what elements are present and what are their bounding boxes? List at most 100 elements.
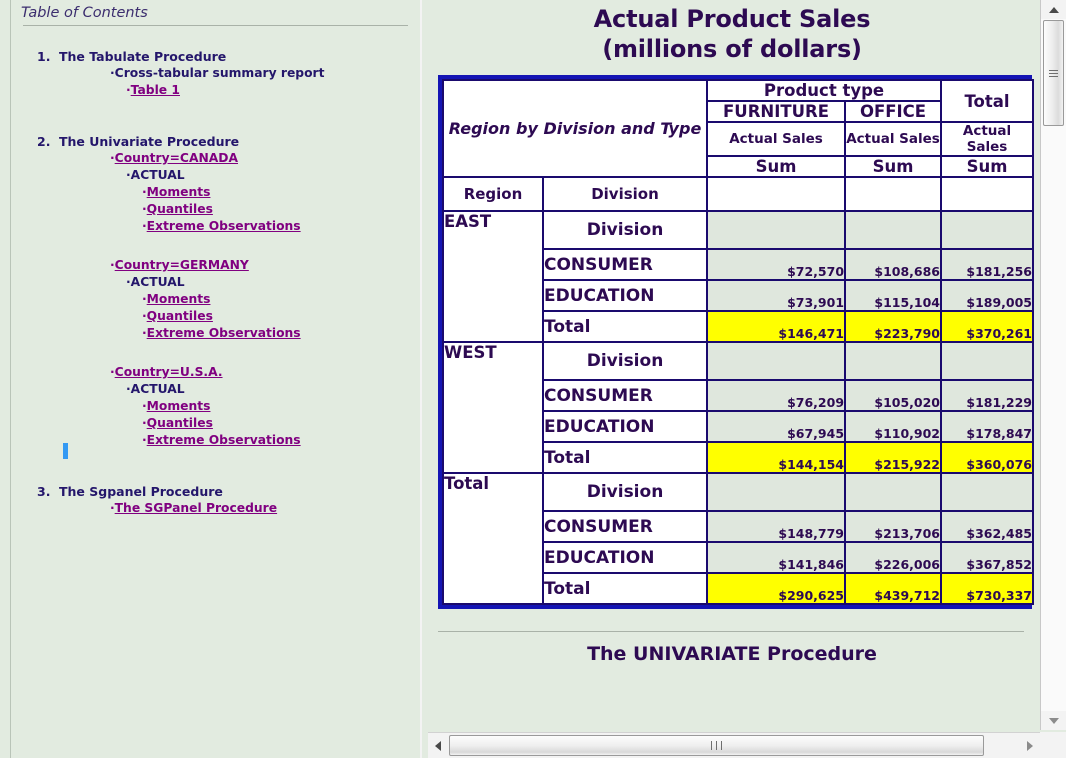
toc-link-item[interactable]: ·Quantiles <box>142 415 420 432</box>
triangle-right-icon <box>1027 740 1033 751</box>
toc-link-label[interactable]: Quantiles <box>147 416 213 430</box>
report-title-line-2: (millions of dollars) <box>602 35 862 63</box>
data-cell-2-1-1: $226,006 <box>844 541 943 574</box>
toc-link-item[interactable]: ·Quantiles <box>142 308 420 325</box>
division-label-2-2: Total <box>541 572 709 605</box>
blank-cell-1 <box>844 176 943 212</box>
toc-link-item[interactable]: ·Moments <box>142 291 420 308</box>
table-row: EAST Division <box>442 210 1035 343</box>
division-label-0-1: EDUCATION <box>541 279 709 312</box>
toc-link-label[interactable]: The SGPanel Procedure <box>115 501 277 515</box>
toc-link-item[interactable]: ·Extreme Observations <box>142 325 420 342</box>
table-row: Total Division <box>442 472 1035 605</box>
toc-link-label[interactable]: Table 1 <box>131 83 180 97</box>
tabulate-table-frame: Region by Division and Type Product type T… <box>438 75 1035 609</box>
toc-section-heading: 1. The Tabulate Procedure <box>37 48 420 65</box>
toc-link-label[interactable]: Quantiles <box>147 309 213 323</box>
toc-link-item[interactable]: ·The SGPanel Procedure <box>110 500 420 517</box>
toc-link-label[interactable]: Moments <box>147 292 211 306</box>
toc-link-label[interactable]: Extreme Observations <box>147 433 301 447</box>
toc-link-label[interactable]: Country=CANADA <box>115 151 238 165</box>
division-label-0-2: Total <box>541 310 709 343</box>
toc-link-item[interactable]: ·Quantiles <box>142 201 420 218</box>
toc-static-item: ·Cross-tabular summary report <box>110 66 325 80</box>
region-cell-2: Total <box>442 472 544 605</box>
data-cell-0-0-1: $108,686 <box>844 248 943 281</box>
data-cell-2-0-1: $213,706 <box>844 510 943 543</box>
table-of-contents-inner: Table of Contents 1. The Tabulate Procedu… <box>10 0 420 758</box>
data-cell-0-2-1: $223,790 <box>844 310 943 343</box>
toc-link-item[interactable]: ·Moments <box>142 184 420 201</box>
scroll-up-button[interactable] <box>1041 0 1066 19</box>
empty-data-cell-1-1 <box>844 341 943 381</box>
scroll-down-button[interactable] <box>1041 711 1066 730</box>
empty-data-cell-2-1 <box>844 472 943 512</box>
statistic-header-0: Sum <box>706 155 847 178</box>
data-cell-1-0-0: $76,209 <box>706 379 847 412</box>
toc-link-label[interactable]: Extreme Observations <box>147 219 301 233</box>
toc-section-title: The Tabulate Procedure <box>59 49 227 64</box>
measure-header-0: Actual Sales <box>706 121 847 157</box>
toc-link-item[interactable]: ·Moments <box>142 398 420 415</box>
toc-section-title: The Univariate Procedure <box>59 134 240 149</box>
toc-section-heading: 3. The Sgpanel Procedure <box>37 483 420 500</box>
toc-link-item[interactable]: ·Extreme Observations <box>142 218 420 235</box>
text-caret <box>63 443 68 459</box>
data-cell-0-2-2: $370,261 <box>940 310 1035 343</box>
toc-link-item[interactable]: ·Table 1 <box>126 82 420 99</box>
empty-data-cell-1-2 <box>940 341 1035 381</box>
horizontal-scroll-thumb[interactable] <box>449 735 984 756</box>
toc-section-number: 1. <box>37 49 51 64</box>
data-cell-2-1-0: $141,846 <box>706 541 847 574</box>
empty-data-cell-2-2 <box>940 472 1035 512</box>
data-cell-1-1-0: $67,945 <box>706 410 847 443</box>
next-section-title: The UNIVARIATE Procedure <box>587 643 877 665</box>
product-type-header-1: OFFICE <box>844 100 943 123</box>
toc-link-label[interactable]: Moments <box>147 399 211 413</box>
data-cell-1-2-1: $215,922 <box>844 441 943 474</box>
triangle-down-icon <box>1048 717 1059 724</box>
toc-link-item[interactable]: ·Country=CANADA <box>110 150 420 167</box>
empty-data-cell-0-1 <box>844 210 943 250</box>
measure-header-1: Actual Sales <box>844 121 943 157</box>
grip-icon <box>1049 68 1058 79</box>
data-cell-0-1-2: $189,005 <box>940 279 1035 312</box>
report-title-line-1: Actual Product Sales <box>593 5 871 33</box>
region-cell-0: EAST <box>442 210 544 343</box>
division-subheader-1: Division <box>541 341 709 381</box>
vertical-scrollbar[interactable] <box>1040 0 1066 730</box>
toc-link-label[interactable]: Country=U.S.A. <box>115 365 223 379</box>
division-label-1-1: EDUCATION <box>541 410 709 443</box>
data-cell-2-2-2: $730,337 <box>940 572 1035 605</box>
division-label-2-0: CONSUMER <box>541 510 709 543</box>
scroll-left-button[interactable] <box>428 733 448 758</box>
report-pane: Actual Product Sales (millions of dollar… <box>428 0 1066 758</box>
toc-link-item[interactable]: ·Country=U.S.A. <box>110 364 420 381</box>
toc-link-item[interactable]: ·Country=GERMANY <box>110 257 420 274</box>
data-cell-2-2-0: $290,625 <box>706 572 847 605</box>
toc-link-label[interactable]: Quantiles <box>147 202 213 216</box>
empty-data-cell-0-2 <box>940 210 1035 250</box>
toc-link-label[interactable]: Moments <box>147 185 211 199</box>
data-cell-0-2-0: $146,471 <box>706 310 847 343</box>
toc-section-gap <box>11 99 420 133</box>
actual-product-sales-table: Region by Division and Type Product type T… <box>441 79 1035 605</box>
toc-static-item: ·ACTUAL <box>126 168 185 182</box>
toc-link-label[interactable]: Extreme Observations <box>147 326 301 340</box>
division-label-1-0: CONSUMER <box>541 379 709 412</box>
toc-link-label[interactable]: Country=GERMANY <box>115 258 249 272</box>
division-label-2-1: EDUCATION <box>541 541 709 574</box>
report-title: Actual Product Sales (millions of dollar… <box>428 0 1036 64</box>
data-cell-2-0-0: $148,779 <box>706 510 847 543</box>
horizontal-scrollbar[interactable] <box>428 732 1040 758</box>
data-cell-1-0-1: $105,020 <box>844 379 943 412</box>
report-viewer-window: Table of Contents 1. The Tabulate Procedu… <box>0 0 1066 758</box>
toc-entry-gap <box>11 342 420 364</box>
table-of-contents-title: Table of Contents <box>21 5 148 21</box>
scroll-right-button[interactable] <box>1020 733 1040 758</box>
product-type-header-0: FURNITURE <box>706 100 847 123</box>
division-label-1-2: Total <box>541 441 709 474</box>
data-cell-1-0-2: $181,229 <box>940 379 1035 412</box>
vertical-scroll-thumb[interactable] <box>1043 20 1064 126</box>
toc-link-item[interactable]: ·Extreme Observations <box>142 432 420 449</box>
